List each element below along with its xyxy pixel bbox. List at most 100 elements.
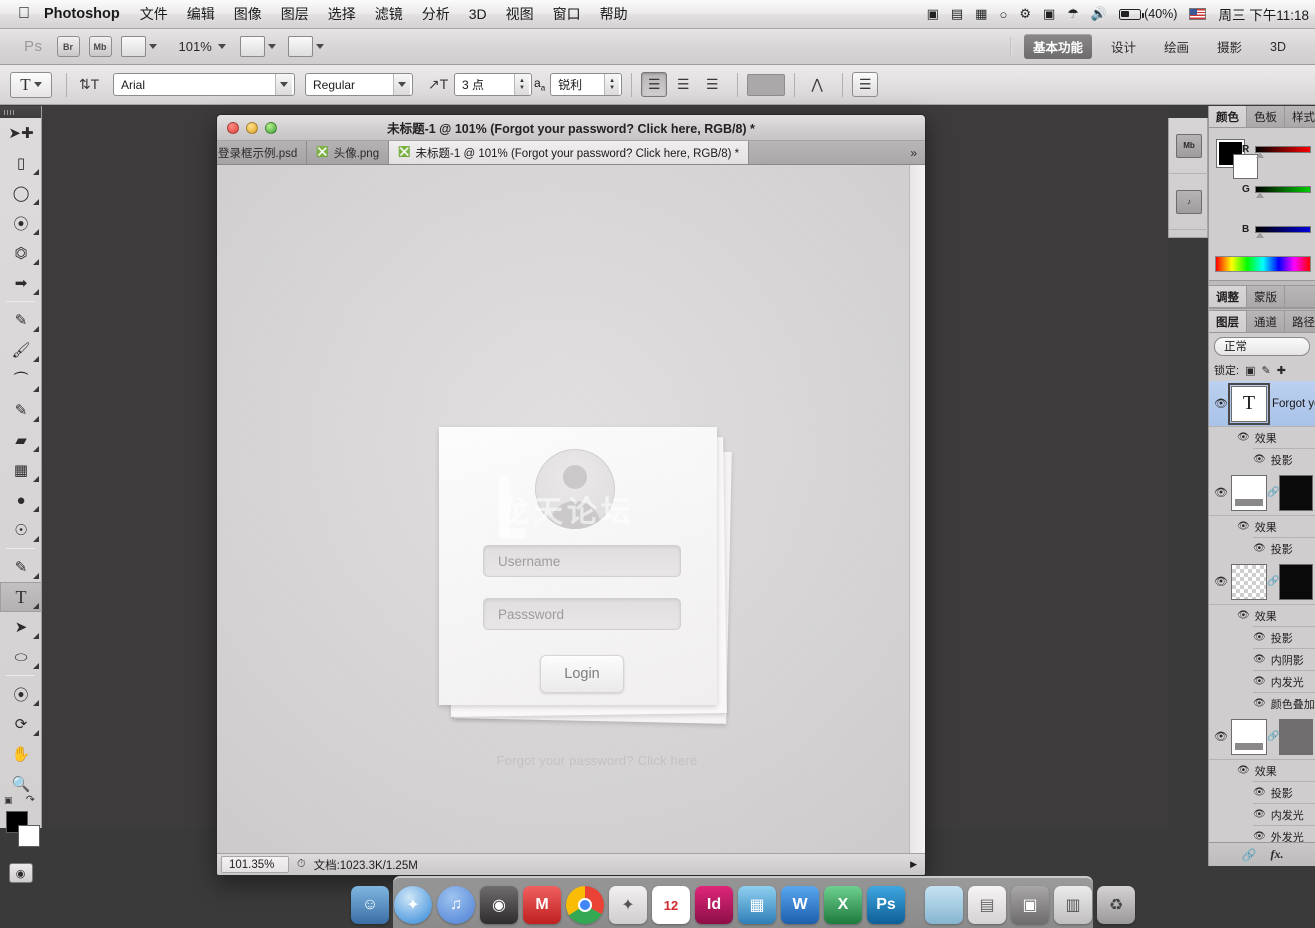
- warp-text-icon[interactable]: ⋀: [804, 72, 830, 97]
- quick-mask-icon[interactable]: ◉: [9, 863, 33, 883]
- menu-item-edit[interactable]: 编辑: [187, 4, 215, 24]
- layer-mask-thumbnail[interactable]: [1279, 719, 1313, 755]
- keyboard-icon[interactable]: ▦: [975, 6, 987, 22]
- dock-item-window-preview[interactable]: ▥: [1054, 886, 1092, 924]
- layer-row-pixel-1[interactable]: 👁 🔗: [1209, 470, 1315, 516]
- history-panel-button[interactable]: ♪: [1169, 174, 1209, 230]
- slider-thumb[interactable]: [1256, 232, 1264, 238]
- dock-item-chrome[interactable]: [566, 886, 604, 924]
- menu-item-select[interactable]: 选择: [328, 4, 356, 24]
- workspace-design[interactable]: 设计: [1102, 34, 1145, 59]
- slider-track-r[interactable]: [1255, 146, 1311, 153]
- ellipse-shape-tool[interactable]: ⬭: [0, 642, 42, 672]
- close-icon[interactable]: ❎: [316, 147, 328, 158]
- layer-row-text[interactable]: 👁 T Forgot your password? Click here: [1209, 381, 1315, 427]
- effect-inner-glow[interactable]: 👁 内发光: [1209, 804, 1315, 825]
- character-panel-icon[interactable]: ☰: [852, 72, 878, 97]
- status-menu-arrow-icon[interactable]: ▶: [910, 859, 925, 870]
- align-right-icon[interactable]: ☰: [699, 72, 725, 97]
- zoom-level-value[interactable]: 101%: [179, 39, 212, 54]
- effect-drop-shadow[interactable]: 👁 投影: [1209, 538, 1315, 559]
- effects-visibility-icon[interactable]: 👁: [1237, 610, 1250, 621]
- text-color-swatch[interactable]: [747, 74, 785, 96]
- wifi-icon[interactable]: ☂: [1067, 6, 1079, 22]
- tab-masks[interactable]: 蒙版: [1247, 286, 1285, 307]
- font-size-input[interactable]: 3 点 ▲▼: [454, 73, 532, 96]
- align-left-icon[interactable]: ☰: [641, 72, 667, 97]
- launch-mini-bridge-button[interactable]: Mb: [89, 36, 112, 57]
- tab-channels[interactable]: 通道: [1247, 311, 1285, 332]
- slider-track-g[interactable]: [1255, 186, 1311, 193]
- dock-item-app-grey[interactable]: ◉: [480, 886, 518, 924]
- zoom-chevron-down-icon[interactable]: [218, 44, 226, 49]
- screen-record-icon[interactable]: ▣: [927, 6, 939, 22]
- color-slider-g[interactable]: G: [1242, 184, 1311, 195]
- effect-color-overlay[interactable]: 👁 颜色叠加: [1209, 693, 1315, 714]
- canvas-vertical-scrollbar[interactable]: [909, 165, 925, 853]
- menu-clock[interactable]: 周三 下午11:18: [1218, 4, 1309, 24]
- color-slider-r[interactable]: R: [1242, 144, 1311, 155]
- tab-overflow-button[interactable]: »: [902, 141, 925, 164]
- antialias-select[interactable]: 锐利 ▲▼: [550, 73, 622, 96]
- menu-item-help[interactable]: 帮助: [600, 4, 628, 24]
- effect-visibility-icon[interactable]: 👁: [1253, 654, 1266, 665]
- effect-visibility-icon[interactable]: 👁: [1253, 632, 1266, 643]
- dock-item-indesign[interactable]: Id: [695, 886, 733, 924]
- dock-item-documents-folder[interactable]: [925, 886, 963, 924]
- dock-item-screenshot-stack[interactable]: ▣: [1011, 886, 1049, 924]
- dodge-tool[interactable]: ☉: [0, 515, 42, 545]
- color-slider-b[interactable]: B: [1242, 224, 1311, 235]
- menu-item-analysis[interactable]: 分析: [422, 4, 450, 24]
- password-field[interactable]: Passsword: [483, 598, 681, 630]
- layer-visibility-icon[interactable]: 👁: [1211, 397, 1231, 410]
- menu-item-layer[interactable]: 图层: [281, 4, 309, 24]
- document-tab-3[interactable]: ❎ 未标题-1 @ 101% (Forgot your password? Cl…: [389, 141, 749, 164]
- link-layers-icon[interactable]: 🔗: [1242, 848, 1257, 862]
- move-tool[interactable]: ➤✚: [0, 118, 42, 148]
- lasso-tool[interactable]: ◯: [0, 178, 42, 208]
- layer-visibility-icon[interactable]: 👁: [1211, 575, 1231, 588]
- dock-item-calendar[interactable]: 12: [652, 886, 690, 924]
- slider-thumb[interactable]: [1256, 192, 1264, 198]
- workspace-3d[interactable]: 3D: [1261, 37, 1295, 57]
- type-tool-icon[interactable]: T: [10, 72, 52, 98]
- effect-visibility-icon[interactable]: 👁: [1253, 831, 1266, 842]
- layer-mask-thumbnail[interactable]: [1279, 564, 1313, 600]
- effects-visibility-icon[interactable]: 👁: [1237, 432, 1250, 443]
- slider-track-b[interactable]: [1255, 226, 1311, 233]
- crop-tool[interactable]: ⏣: [0, 238, 42, 268]
- dock-item-downloads-folder[interactable]: ▤: [968, 886, 1006, 924]
- timing-icon[interactable]: ⏱: [297, 858, 306, 871]
- marquee-tool[interactable]: ▯: [0, 148, 42, 178]
- align-center-icon[interactable]: ☰: [670, 72, 696, 97]
- link-mask-icon[interactable]: 🔗: [1267, 576, 1277, 587]
- login-button[interactable]: Login: [540, 655, 624, 693]
- menu-item-filter[interactable]: 滤镜: [375, 4, 403, 24]
- layer-thumbnail-transparent[interactable]: [1231, 564, 1267, 600]
- dock-item-excel[interactable]: X: [824, 886, 862, 924]
- display-icon[interactable]: ▣: [1043, 6, 1055, 22]
- tab-layers[interactable]: 图层: [1209, 311, 1247, 332]
- tab-adjustments[interactable]: 调整: [1209, 286, 1247, 307]
- effect-visibility-icon[interactable]: 👁: [1253, 809, 1266, 820]
- pen-tool[interactable]: ✎: [0, 552, 42, 582]
- effect-drop-shadow[interactable]: 👁 投影: [1209, 782, 1315, 803]
- us-flag-icon[interactable]: [1189, 8, 1206, 20]
- path-selection-tool[interactable]: ➤: [0, 612, 42, 642]
- effect-visibility-icon[interactable]: 👁: [1253, 543, 1266, 554]
- effects-visibility-icon[interactable]: 👁: [1237, 521, 1250, 532]
- blend-mode-select[interactable]: 正常: [1214, 337, 1310, 356]
- layer-effects-group[interactable]: 👁 效果: [1209, 516, 1315, 537]
- color-background-swatch[interactable]: [1233, 154, 1258, 179]
- font-size-stepper[interactable]: ▲▼: [514, 74, 529, 95]
- effect-visibility-icon[interactable]: 👁: [1253, 454, 1266, 465]
- background-color-swatch[interactable]: [18, 825, 40, 847]
- layer-visibility-icon[interactable]: 👁: [1211, 730, 1231, 743]
- chevron-down-icon[interactable]: [275, 74, 292, 95]
- slider-thumb[interactable]: [1256, 152, 1264, 158]
- dock-item-finder[interactable]: ☺: [351, 886, 389, 924]
- effect-visibility-icon[interactable]: 👁: [1253, 698, 1266, 709]
- menu-item-view[interactable]: 视图: [506, 4, 534, 24]
- eraser-tool[interactable]: ▰: [0, 425, 42, 455]
- effect-inner-glow[interactable]: 👁 内发光: [1209, 671, 1315, 692]
